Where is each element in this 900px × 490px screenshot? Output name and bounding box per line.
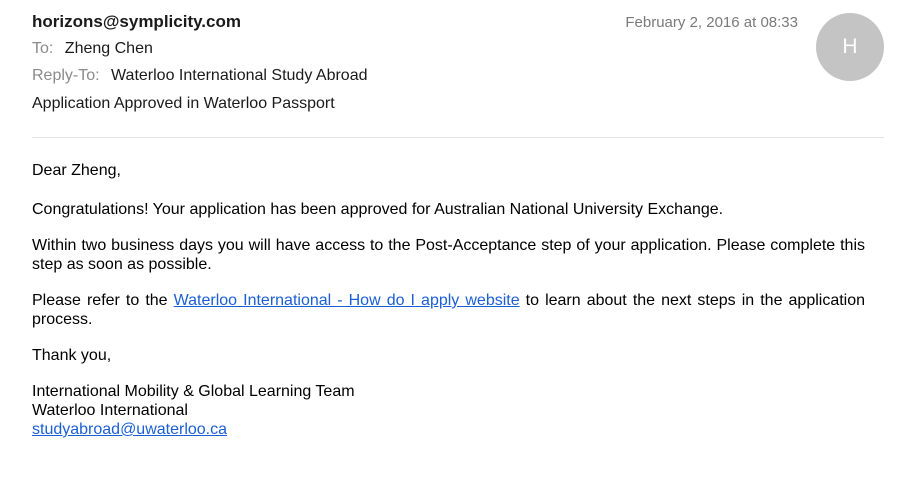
signature-org: Waterloo International [32, 402, 188, 419]
reply-to-line: Reply-To: Waterloo International Study A… [32, 67, 367, 85]
signature-team: International Mobility & Global Learning… [32, 383, 355, 400]
to-recipient[interactable]: Zheng Chen [65, 40, 153, 57]
avatar-initial: H [842, 35, 858, 58]
sender-avatar: H [816, 13, 884, 81]
apply-website-link[interactable]: Waterloo International - How do I apply … [174, 292, 520, 309]
to-label: To: [32, 40, 54, 57]
email-body: Dear Zheng, Congratulations! Your applic… [32, 161, 865, 439]
email-header: horizons@symplicity.com February 2, 2016… [0, 0, 900, 138]
header-divider [32, 137, 884, 138]
reply-to-recipient[interactable]: Waterloo International Study Abroad [111, 67, 367, 84]
sender-address[interactable]: horizons@symplicity.com [32, 12, 241, 32]
email-subject: Application Approved in Waterloo Passpor… [32, 95, 335, 112]
signature-email-link[interactable]: studyabroad@uwaterloo.ca [32, 421, 227, 438]
refer-text-before: Please refer to the [32, 292, 174, 309]
refer-paragraph: Please refer to the Waterloo Internation… [32, 291, 865, 329]
sent-date: February 2, 2016 at 08:33 [625, 14, 798, 31]
congrats-paragraph: Congratulations! Your application has be… [32, 201, 724, 218]
greeting: Dear Zheng, [32, 162, 121, 179]
instructions-paragraph: Within two business days you will have a… [32, 237, 865, 273]
closing: Thank you, [32, 347, 112, 364]
to-line: To: Zheng Chen [32, 40, 153, 58]
reply-to-label: Reply-To: [32, 67, 100, 84]
